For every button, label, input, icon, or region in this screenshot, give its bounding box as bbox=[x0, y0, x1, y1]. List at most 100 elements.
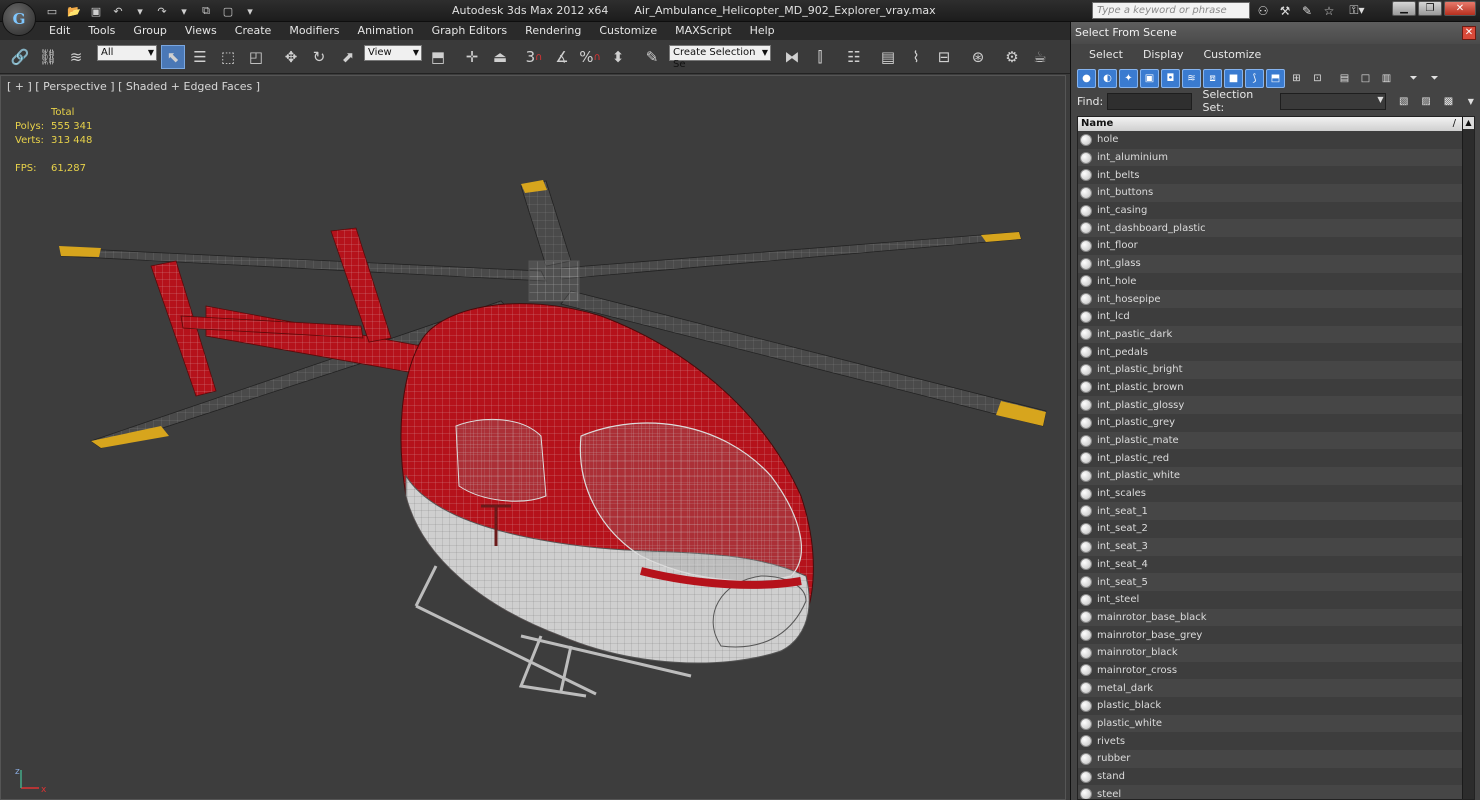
display-helpers-icon[interactable]: ◘ bbox=[1161, 68, 1180, 88]
list-item[interactable]: rivets bbox=[1078, 732, 1462, 751]
display-hidden-icon[interactable]: ⊡ bbox=[1308, 69, 1327, 88]
display-all-icon[interactable]: ▤ bbox=[1335, 69, 1354, 88]
workspace-icon[interactable]: ▢ bbox=[218, 2, 238, 20]
display-geometry-icon[interactable]: ● bbox=[1077, 68, 1096, 88]
perspective-viewport[interactable]: [ + ] [ Perspective ] [ Shaded + Edged F… bbox=[0, 75, 1066, 800]
rotate-icon[interactable]: ↻ bbox=[307, 45, 331, 69]
display-cameras-icon[interactable]: ▣ bbox=[1140, 68, 1159, 88]
select-by-name-icon[interactable]: ☰ bbox=[188, 45, 212, 69]
favorites-star-icon[interactable]: ☆ bbox=[1320, 2, 1338, 19]
help-search-input[interactable]: Type a keyword or phrase bbox=[1092, 2, 1250, 19]
menu-views[interactable]: Views bbox=[176, 22, 226, 40]
scroll-up-icon[interactable]: ▲ bbox=[1463, 117, 1474, 129]
list-item[interactable]: int_seat_5 bbox=[1078, 573, 1462, 591]
list-item[interactable]: int_plastic_glossy bbox=[1078, 396, 1462, 414]
menu-modifiers[interactable]: Modifiers bbox=[280, 22, 348, 40]
rect-selection-icon[interactable]: ⬚ bbox=[216, 45, 240, 69]
list-item[interactable]: int_hosepipe bbox=[1078, 290, 1462, 308]
align-icon[interactable]: ⫿ bbox=[808, 45, 832, 69]
list-item[interactable]: int_plastic_grey bbox=[1078, 414, 1462, 432]
selection-filter-dropdown[interactable]: All ▼ bbox=[97, 45, 157, 61]
redo-icon[interactable]: ↷ bbox=[152, 2, 172, 20]
list-item[interactable]: int_pastic_dark bbox=[1078, 325, 1462, 344]
menu-maxscript[interactable]: MAXScript bbox=[666, 22, 740, 40]
open-file-icon[interactable]: 📂 bbox=[64, 2, 84, 20]
mirror-icon[interactable]: ⧓ bbox=[780, 45, 804, 69]
binoculars-icon[interactable]: ⚇ bbox=[1254, 2, 1272, 19]
angle-snap-icon[interactable]: ∡ bbox=[550, 45, 574, 69]
list-item[interactable]: int_seat_1 bbox=[1078, 502, 1462, 521]
percent-snap-icon[interactable]: % ∩ bbox=[578, 45, 602, 69]
list-item[interactable]: mainrotor_cross bbox=[1078, 661, 1462, 680]
menu-rendering[interactable]: Rendering bbox=[516, 22, 590, 40]
new-file-icon[interactable]: ▭ bbox=[42, 2, 62, 20]
display-shapes-icon[interactable]: ◐ bbox=[1098, 68, 1117, 88]
menu-customize-dialog[interactable]: Customize bbox=[1193, 44, 1271, 66]
list-item[interactable]: mainrotor_base_grey bbox=[1078, 626, 1462, 644]
remove-from-selection-set-icon[interactable]: ▩ bbox=[1439, 92, 1457, 111]
list-item[interactable]: int_seat_2 bbox=[1078, 520, 1462, 538]
menu-select[interactable]: Select bbox=[1079, 44, 1133, 66]
spinner-snap-icon[interactable]: ⬍ bbox=[606, 45, 630, 69]
keyboard-shortcut-icon[interactable]: ⏏ bbox=[488, 45, 512, 69]
pivot-center-icon[interactable]: ⬒ bbox=[426, 45, 450, 69]
list-item[interactable]: int_seat_4 bbox=[1078, 555, 1462, 574]
display-bones-icon[interactable]: ⟆ bbox=[1245, 68, 1264, 88]
menu-customize[interactable]: Customize bbox=[590, 22, 666, 40]
list-item[interactable]: int_hole bbox=[1078, 272, 1462, 291]
edit-named-selection-icon[interactable]: ✎ bbox=[640, 45, 664, 69]
reference-coord-dropdown[interactable]: View ▼ bbox=[364, 45, 422, 61]
list-item[interactable]: int_plastic_red bbox=[1078, 449, 1462, 468]
list-item[interactable]: int_lcd bbox=[1078, 307, 1462, 326]
material-editor-icon[interactable]: ⊛ bbox=[966, 45, 990, 69]
minimize-button[interactable]: ▁ bbox=[1392, 1, 1416, 16]
list-item[interactable]: int_casing bbox=[1078, 201, 1462, 220]
add-to-selection-set-icon[interactable]: ▨ bbox=[1417, 92, 1435, 111]
list-item[interactable]: int_plastic_bright bbox=[1078, 360, 1462, 379]
display-invert-icon[interactable]: ▥ bbox=[1377, 69, 1396, 88]
list-item[interactable]: stand bbox=[1078, 767, 1462, 786]
graphite-tools-icon[interactable]: ▤ bbox=[876, 45, 900, 69]
scale-icon[interactable]: ⬈ bbox=[336, 45, 360, 69]
close-button[interactable]: ✕ bbox=[1444, 1, 1476, 16]
list-item[interactable]: steel bbox=[1078, 785, 1462, 799]
bind-space-warp-icon[interactable]: ≋ bbox=[64, 45, 88, 69]
helicopter-model[interactable] bbox=[1, 76, 1066, 800]
undo-icon[interactable]: ↶ bbox=[108, 2, 128, 20]
list-scrollbar[interactable]: ▲ bbox=[1462, 117, 1474, 799]
list-item[interactable]: hole bbox=[1078, 131, 1462, 149]
window-crossing-icon[interactable]: ◰ bbox=[244, 45, 268, 69]
create-selection-set-icon[interactable]: ▧ bbox=[1394, 92, 1412, 111]
display-xrefs-icon[interactable]: ■ bbox=[1224, 68, 1243, 88]
list-item[interactable]: int_scales bbox=[1078, 484, 1462, 503]
schematic-view-icon[interactable]: ⊟ bbox=[932, 45, 956, 69]
list-item[interactable]: int_floor bbox=[1078, 237, 1462, 255]
scene-object-list[interactable]: Name / hole int_aluminium int_belts int_but… bbox=[1077, 116, 1475, 800]
list-item[interactable]: metal_dark bbox=[1078, 679, 1462, 697]
panel-options-icon[interactable]: ▼ bbox=[1462, 92, 1480, 111]
menu-animation[interactable]: Animation bbox=[349, 22, 423, 40]
list-item[interactable]: plastic_black bbox=[1078, 697, 1462, 715]
menu-group[interactable]: Group bbox=[124, 22, 176, 40]
redo-dropdown-icon[interactable]: ▾ bbox=[174, 2, 194, 20]
select-manipulate-icon[interactable]: ✛ bbox=[460, 45, 484, 69]
list-item[interactable]: int_steel bbox=[1078, 590, 1462, 609]
list-item[interactable]: int_pedals bbox=[1078, 343, 1462, 361]
display-none-icon[interactable]: □ bbox=[1356, 69, 1375, 88]
selection-set-dropdown[interactable]: ▼ bbox=[1279, 92, 1387, 110]
menu-edit[interactable]: Edit bbox=[40, 22, 79, 40]
list-item[interactable]: plastic_white bbox=[1078, 714, 1462, 733]
menu-tools[interactable]: Tools bbox=[79, 22, 124, 40]
menu-create[interactable]: Create bbox=[226, 22, 281, 40]
qat-dropdown-icon[interactable]: ▾ bbox=[240, 2, 260, 20]
curve-editor-icon[interactable]: ⌇ bbox=[904, 45, 928, 69]
named-selection-dropdown[interactable]: Create Selection Se ▼ bbox=[669, 45, 771, 70]
list-item[interactable]: int_plastic_white bbox=[1078, 467, 1462, 485]
maximize-button[interactable]: ❐ bbox=[1418, 1, 1442, 16]
name-column-header[interactable]: Name / bbox=[1078, 117, 1462, 131]
display-groups-icon[interactable]: ⧈ bbox=[1203, 68, 1222, 88]
subscription-icon[interactable]: ⚒ bbox=[1276, 2, 1294, 19]
link-icon[interactable]: 🔗 bbox=[8, 45, 32, 69]
display-lights-icon[interactable]: ✦ bbox=[1119, 68, 1138, 88]
filter-funnel-icon[interactable]: ⏷ bbox=[1404, 69, 1423, 88]
